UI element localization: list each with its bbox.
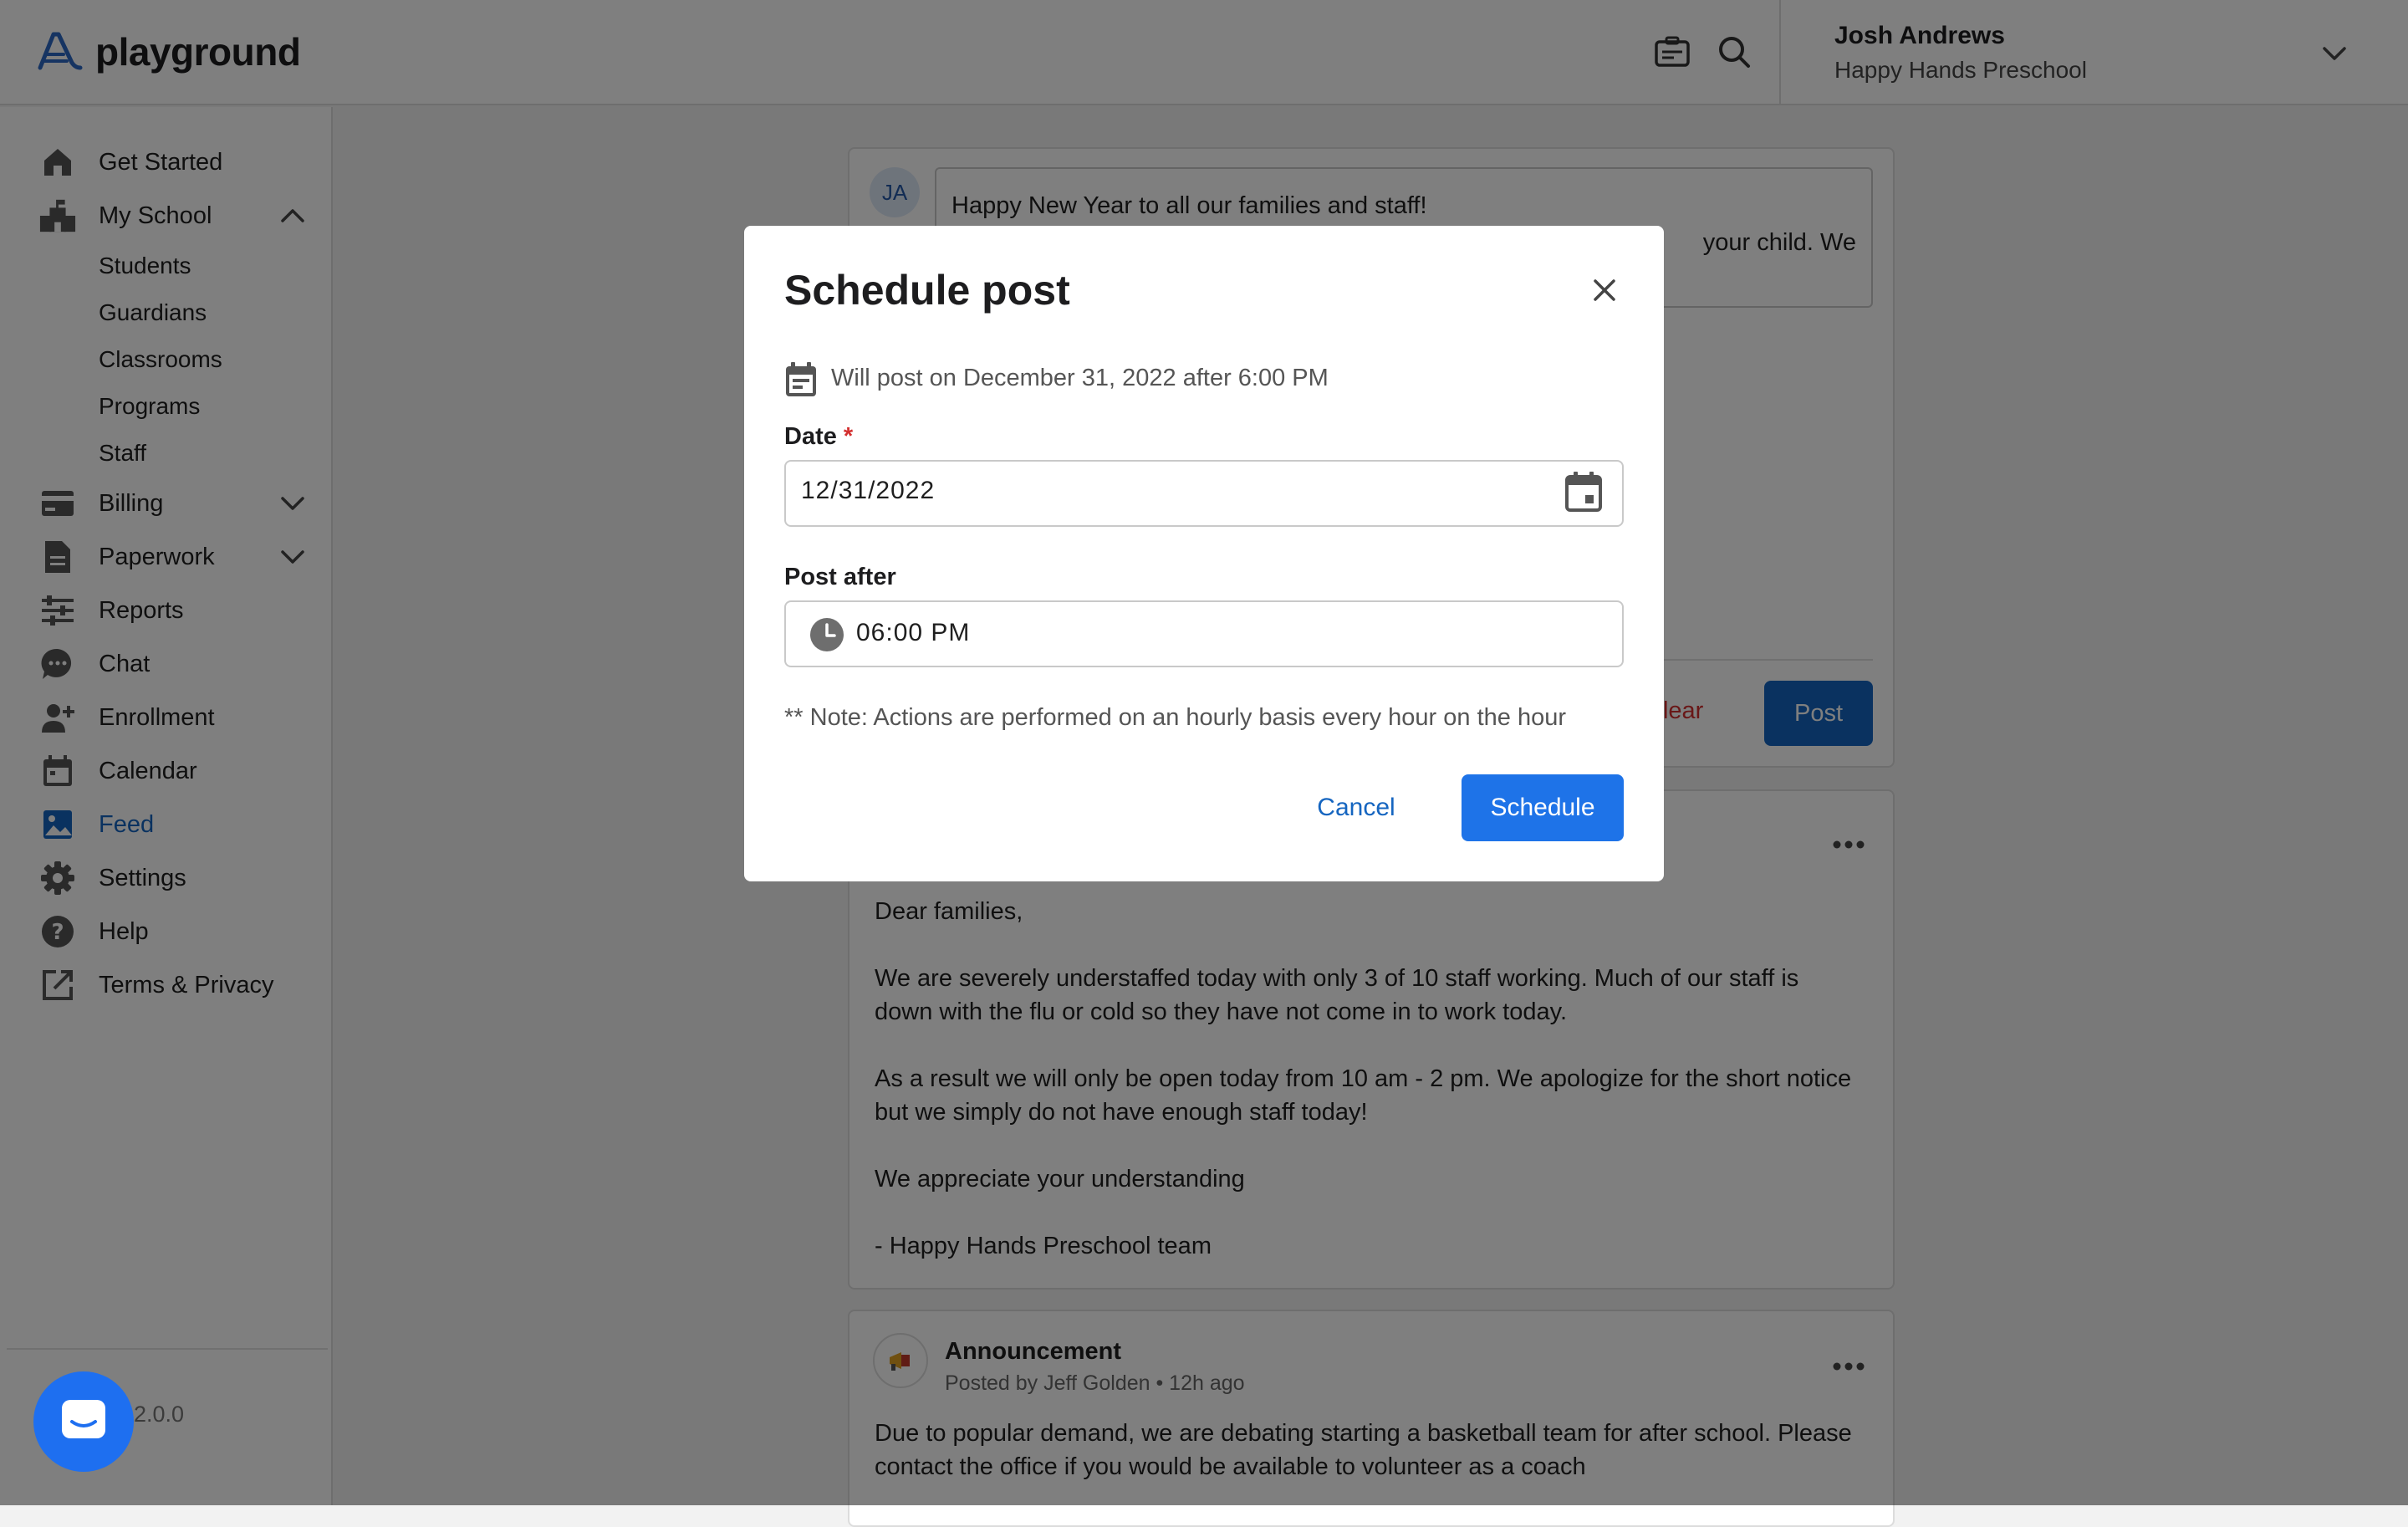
date-value[interactable]: 12/31/2022: [801, 477, 935, 505]
required-marker: *: [843, 423, 854, 450]
close-icon[interactable]: [1585, 271, 1624, 309]
date-picker-icon[interactable]: [1564, 470, 1604, 513]
schedule-post-dialog: Schedule post Will post on December 31, …: [744, 226, 1664, 881]
date-label-text: Date: [784, 423, 837, 450]
date-label: Date *: [784, 423, 853, 451]
dialog-title: Schedule post: [784, 267, 1070, 314]
calendar-icon: [784, 361, 818, 398]
hourly-note: ** Note: Actions are performed on an hou…: [784, 704, 1566, 731]
chat-launcher-button[interactable]: [33, 1371, 134, 1472]
clock-icon: [809, 617, 844, 652]
schedule-summary: Will post on December 31, 2022 after 6:0…: [831, 365, 1329, 391]
post-after-label: Post after: [784, 564, 896, 590]
schedule-button[interactable]: Schedule: [1462, 774, 1624, 841]
cancel-button[interactable]: Cancel: [1304, 774, 1408, 841]
chat-launcher-icon: [59, 1397, 109, 1448]
time-value[interactable]: 06:00 PM: [856, 619, 970, 647]
